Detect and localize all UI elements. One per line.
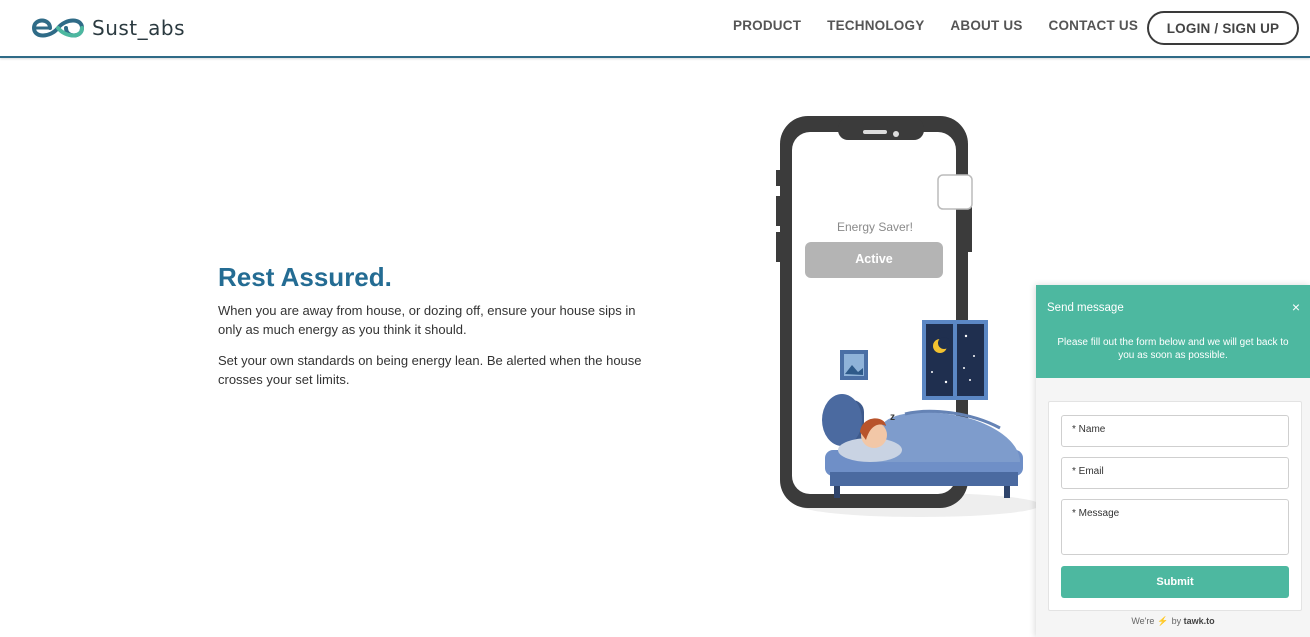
chat-form: * Name * Email * Message Submit <box>1048 401 1302 611</box>
submit-button[interactable]: Submit <box>1061 566 1289 598</box>
hero-section: Rest Assured. When you are away from hou… <box>218 262 658 401</box>
logo-mark-icon <box>31 18 85 38</box>
name-field[interactable]: * Name <box>1061 415 1289 447</box>
nav-contact-us[interactable]: CONTACT US <box>1049 18 1139 33</box>
brand-logo[interactable]: Sust_abs <box>28 12 185 44</box>
phone-sleep-illustration: Energy Saver! Active z <box>776 116 1040 517</box>
nav-product[interactable]: PRODUCT <box>733 18 801 33</box>
active-status-label: Active <box>855 252 893 266</box>
brand-name: Sust_abs <box>92 16 186 40</box>
nav-technology[interactable]: TECHNOLOGY <box>827 18 924 33</box>
nav-about-us[interactable]: ABOUT US <box>950 18 1022 33</box>
close-icon[interactable]: × <box>1292 299 1300 315</box>
footer-brand: tawk.to <box>1183 616 1215 626</box>
email-field[interactable]: * Email <box>1061 457 1289 489</box>
bolt-icon: ⚡ <box>1157 616 1169 626</box>
hero-paragraph-1: When you are away from house, or dozing … <box>218 303 636 337</box>
hero-title: Rest Assured. <box>218 262 392 292</box>
message-field[interactable]: * Message <box>1061 499 1289 555</box>
energy-saver-title: Energy Saver! <box>837 220 913 234</box>
footer-by: by <box>1171 616 1182 626</box>
sleep-z-mark: z <box>890 412 895 423</box>
chat-title: Send message <box>1047 302 1124 314</box>
footer-prefix: We're <box>1131 616 1155 626</box>
chat-header: Send message × Please fill out the form … <box>1036 285 1310 378</box>
chat-subtitle: Please fill out the form below and we wi… <box>1057 337 1289 361</box>
hero-paragraph-2: Set your own standards on being energy l… <box>218 353 642 387</box>
site-header: Sust_abs PRODUCT TECHNOLOGY ABOUT US CON… <box>0 0 1310 58</box>
main-nav: PRODUCT TECHNOLOGY ABOUT US CONTACT US <box>733 18 1164 33</box>
chat-widget: Send message × Please fill out the form … <box>1036 285 1310 637</box>
chat-footer[interactable]: We're ⚡ by tawk.to <box>1036 616 1310 627</box>
login-signup-button[interactable]: LOGIN / SIGN UP <box>1147 11 1299 45</box>
